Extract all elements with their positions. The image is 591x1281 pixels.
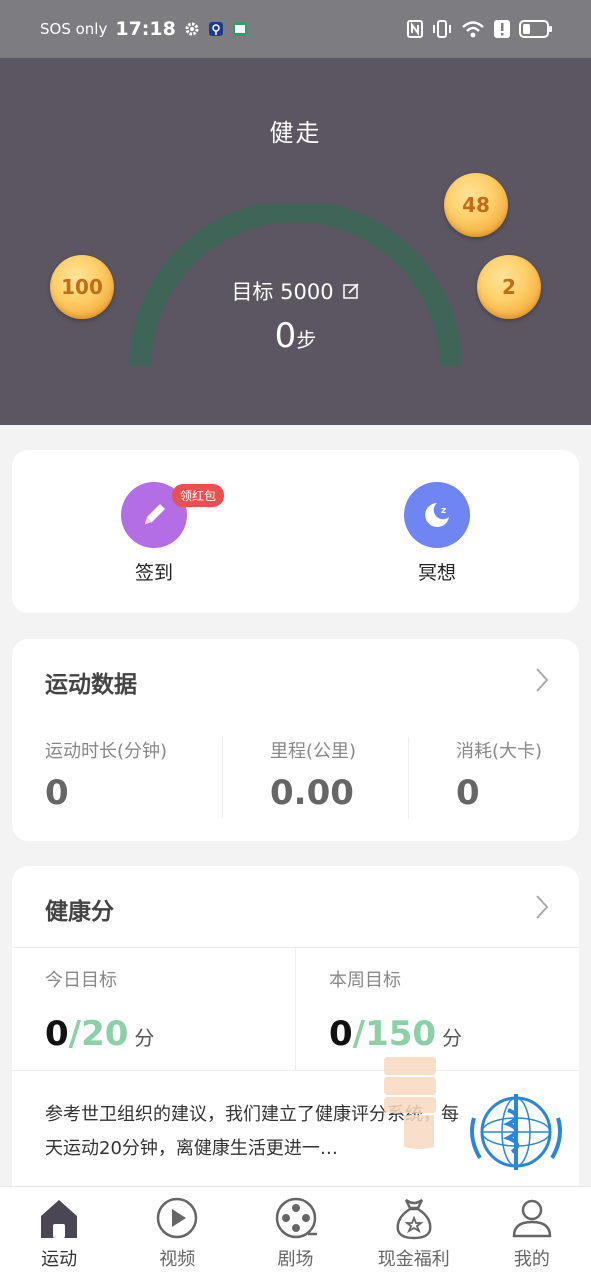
coin-value: 100 [61,275,103,299]
meditate-label: 冥想 [417,562,456,584]
goal-target: /20 [68,1014,129,1054]
page-title: 健走 [269,119,322,147]
tab-label: 我的 [513,1249,550,1270]
duration-stat: 运动时长(分钟) 0 [45,737,167,813]
goal-unit: 分 [134,1026,155,1050]
goal-current: 0 [45,1014,69,1054]
stat-label: 消耗(大卡) [456,741,543,762]
carrier-text: SOS only [40,20,108,38]
stat-value: 0.00 [270,773,354,813]
walking-hero: 健走 目标 5000 0步 100 48 2 [0,58,591,425]
checkin-label: 签到 [134,562,173,584]
user-icon [509,1195,555,1241]
svg-text:z: z [441,506,446,516]
divider [408,737,409,819]
coin-value: 2 [502,275,516,299]
health-score-title: 健康分 [45,899,114,925]
stat-value: 0 [456,773,480,813]
film-reel-icon [273,1195,319,1241]
exercise-data-card[interactable]: 运动数据 运动时长(分钟) 0 里程(公里) 0.00 消耗(大卡) 0 [12,639,579,841]
tab-exercise[interactable]: 运动 [0,1187,118,1281]
goal-current: 0 [329,1014,353,1054]
tab-label: 剧场 [277,1249,314,1270]
tab-cash-rewards[interactable]: 现金福利 [355,1187,473,1281]
play-icon [154,1195,200,1241]
moon-icon: z [404,482,470,548]
tab-mine[interactable]: 我的 [473,1187,591,1281]
edit-icon[interactable] [342,282,360,300]
gear-icon [185,22,199,36]
nfc-icon [407,20,423,38]
home-icon [36,1195,82,1241]
status-bar: SOS only 17:18 [0,0,591,58]
goal-label: 本周目标 [329,970,401,991]
app-notification-icon-2 [232,22,247,36]
tab-label: 现金福利 [377,1249,450,1270]
wifi-icon [462,21,484,38]
tap-hint-hand-icon [384,1057,436,1149]
vibrate-icon [433,20,451,38]
money-bag-icon [391,1195,437,1241]
exercise-data-title: 运动数据 [45,672,137,698]
divider [295,947,296,1070]
goal-unit: 分 [442,1026,463,1050]
calories-stat: 消耗(大卡) 0 [456,737,542,813]
tab-video[interactable]: 视频 [118,1187,236,1281]
red-envelope-badge: 领红包 [172,484,225,507]
divider [222,737,223,819]
tab-label: 视频 [159,1249,196,1270]
stat-label: 里程(公里) [270,741,357,762]
week-goal: 本周目标 0 /150 分 [329,966,462,1054]
chevron-right-icon[interactable] [535,667,549,693]
coin-bubble-48[interactable]: 48 [444,173,508,237]
step-count: 0步 [0,316,591,356]
distance-stat: 里程(公里) 0.00 [270,737,356,813]
stat-value: 0 [45,773,69,813]
goal-label: 目标 5000 [231,280,334,304]
alert-icon [494,20,510,38]
divider [12,1070,579,1071]
battery-icon [519,20,552,38]
app-notification-icon [208,22,223,36]
bottom-tab-bar: 运动 视频 剧场 现金福利 我的 [0,1186,591,1281]
goal-target: /150 [352,1014,437,1054]
tab-label: 运动 [41,1249,78,1270]
goal-label: 今日目标 [45,970,117,991]
tab-theater[interactable]: 剧场 [236,1187,354,1281]
stat-label: 运动时长(分钟) [45,741,168,762]
checkin-button[interactable]: 领红包 签到 [84,482,225,585]
coin-bubble-100[interactable]: 100 [50,255,114,319]
step-count-unit: 步 [296,328,317,352]
meditate-button[interactable]: z 冥想 [367,482,507,585]
chevron-right-icon[interactable] [535,894,549,920]
today-goal: 今日目标 0 /20 分 [45,966,154,1054]
step-count-value: 0 [274,316,297,356]
quick-actions-card: 领红包 签到 z 冥想 [12,450,579,613]
clock: 17:18 [115,18,176,40]
coin-bubble-2[interactable]: 2 [477,255,541,319]
coin-value: 48 [462,193,490,217]
who-emblem-icon [470,1094,562,1170]
